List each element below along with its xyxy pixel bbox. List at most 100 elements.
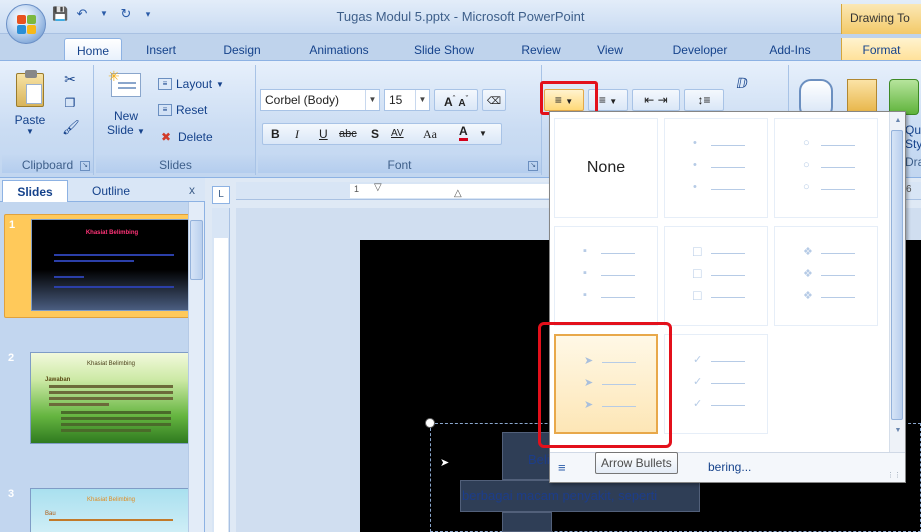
- font-dialog-launcher-icon[interactable]: ↘: [528, 161, 538, 171]
- bullet-option-hollow-square[interactable]: □ □ □: [664, 226, 768, 326]
- strikethrough-button[interactable]: abc: [339, 124, 357, 144]
- arrow-bullets-highlight-box: [538, 322, 672, 448]
- scroll-up-icon[interactable]: ▲: [890, 114, 906, 128]
- bold-button[interactable]: B: [271, 124, 280, 144]
- hollow-square-bullet-icon: □: [693, 265, 702, 281]
- close-pane-icon[interactable]: x: [189, 183, 195, 197]
- tab-animations[interactable]: Animations: [296, 38, 382, 60]
- font-name-dropdown-icon[interactable]: ▼: [365, 90, 379, 110]
- contextual-tab-group-title: Drawing To: [841, 4, 921, 34]
- tab-add-ins[interactable]: Add-Ins: [758, 38, 822, 60]
- office-logo-icon: [17, 15, 37, 35]
- layout-dropdown-icon: ▼: [216, 79, 224, 89]
- font-size-value: 15: [389, 93, 403, 107]
- arrow-bullet-icon: ➤: [440, 457, 450, 469]
- paste-button[interactable]: Paste ▼: [8, 70, 52, 151]
- tab-design[interactable]: Design: [214, 38, 270, 60]
- line-spacing-button[interactable]: ↕≡: [684, 89, 724, 111]
- ruler-mark-6: 6: [906, 184, 912, 195]
- first-line-indent-icon[interactable]: ▽: [374, 182, 382, 193]
- quick-styles-icon[interactable]: [889, 79, 919, 115]
- checkmark-bullet-icon: ✓: [693, 354, 703, 366]
- ruler-mark-1: 1: [354, 184, 360, 194]
- font-color-dropdown-icon[interactable]: ▼: [479, 124, 487, 144]
- font-name-box[interactable]: Corbel (Body) ▼: [260, 89, 380, 111]
- ribbon-tabs: Home Insert Design Animations Slide Show…: [0, 34, 921, 60]
- office-button[interactable]: [6, 4, 46, 44]
- pane-tabs: Slides Outline x: [0, 178, 205, 202]
- bullet-option-none[interactable]: None: [554, 118, 658, 218]
- character-spacing-button[interactable]: AV: [391, 124, 404, 144]
- font-size-dropdown-icon[interactable]: ▼: [415, 90, 429, 110]
- checkmark-bullet-icon: ✓: [693, 376, 703, 388]
- grow-font-button[interactable]: A: [444, 95, 453, 109]
- quick-styles-label: Qu Sty Dra: [905, 123, 921, 169]
- arrange-icon[interactable]: [847, 79, 877, 113]
- tab-developer[interactable]: Developer: [660, 38, 740, 60]
- hollow-round-bullet-icon: ○: [803, 181, 810, 193]
- reset-label: Reset: [176, 103, 208, 117]
- layout-icon: ≡: [158, 78, 172, 90]
- window-title: Tugas Modul 5.pptx - Microsoft PowerPoin…: [336, 9, 585, 24]
- clipboard-dialog-launcher-icon[interactable]: ↘: [80, 161, 90, 171]
- paste-label: Paste: [14, 113, 46, 127]
- shrink-font-button[interactable]: A: [458, 98, 465, 109]
- slide-thumbnail-2[interactable]: 2 Khasiat Belimbing Jawaban: [4, 348, 196, 452]
- slide-preview-title: Khasiat Belimbing: [85, 230, 139, 236]
- layout-label: Layout: [176, 77, 213, 91]
- gallery-scrollbar-thumb[interactable]: [891, 130, 903, 420]
- slide-thumbnail-1[interactable]: 1 Khasiat Belimbing: [4, 214, 196, 318]
- font-name-value: Corbel (Body): [265, 93, 340, 107]
- reset-button[interactable]: ≡ Reset: [158, 103, 207, 117]
- cut-icon[interactable]: ✂: [62, 71, 78, 87]
- tab-review[interactable]: Review: [512, 38, 570, 60]
- tab-insert[interactable]: Insert: [136, 38, 186, 60]
- resize-handle[interactable]: [425, 418, 435, 428]
- bullet-option-filled-square[interactable]: ▪ ▪ ▪: [554, 226, 658, 326]
- paste-icon: [16, 70, 44, 107]
- tab-outline[interactable]: Outline: [72, 180, 150, 202]
- gallery-scrollbar[interactable]: ▲ ▼: [889, 112, 905, 452]
- tab-view[interactable]: View: [588, 38, 632, 60]
- clear-formatting-button[interactable]: ⌫: [482, 89, 506, 111]
- font-color-button[interactable]: A: [459, 124, 468, 141]
- layout-button[interactable]: ≡ Layout ▼: [158, 77, 224, 91]
- bullet-option-hollow-round[interactable]: ○ ○ ○: [774, 118, 878, 218]
- new-slide-button[interactable]: ✳ New Slide ▼: [102, 68, 150, 157]
- tab-slides[interactable]: Slides: [2, 180, 68, 202]
- decrease-indent-icon[interactable]: ⇤: [644, 93, 654, 107]
- text-direction-icon[interactable]: ⅅ: [734, 75, 750, 91]
- change-case-button[interactable]: Aa: [423, 124, 437, 144]
- tab-format[interactable]: Format: [841, 38, 921, 60]
- text-highlight-shape-3: [502, 512, 552, 532]
- font-size-box[interactable]: 15 ▼: [384, 89, 430, 111]
- slide-preview-subhead: Bau: [45, 511, 56, 517]
- slide-preview-title: Khasiat Belimbing: [86, 361, 136, 367]
- text-shadow-button[interactable]: S: [371, 124, 379, 144]
- tab-selector[interactable]: L: [212, 186, 230, 204]
- slides-pane: Slides Outline x 1 Khasiat Belimbing 2 K…: [0, 178, 205, 532]
- filled-square-bullet-icon: ▪: [583, 267, 587, 279]
- bullet-option-filled-round[interactable]: • • •: [664, 118, 768, 218]
- format-painter-icon[interactable]: 🖌: [62, 119, 80, 135]
- scrollbar-thumb[interactable]: [190, 220, 203, 280]
- slide-number: 3: [8, 488, 15, 500]
- slides-pane-scrollbar[interactable]: [188, 202, 204, 532]
- bullet-option-checkmark[interactable]: ✓ ✓ ✓: [664, 334, 768, 434]
- underline-button[interactable]: U: [319, 124, 328, 144]
- hollow-square-bullet-icon: □: [693, 287, 702, 303]
- increase-indent-icon[interactable]: ⇥: [658, 93, 668, 107]
- paste-dropdown-icon: ▼: [26, 127, 34, 136]
- slide-preview: Khasiat Belimbing Bau: [30, 488, 192, 532]
- slide-thumbnail-3[interactable]: 3 Khasiat Belimbing Bau: [4, 484, 196, 532]
- tab-home[interactable]: Home: [64, 38, 122, 60]
- slide-preview-title: Khasiat Belimbing: [86, 497, 136, 503]
- scroll-down-icon[interactable]: ▼: [890, 424, 906, 438]
- tab-slide-show[interactable]: Slide Show: [402, 38, 486, 60]
- delete-button[interactable]: ✖ Delete: [158, 129, 213, 145]
- left-indent-icon[interactable]: △: [454, 188, 462, 199]
- italic-button[interactable]: I: [295, 124, 299, 144]
- resize-grip-icon[interactable]: ⋮⋮: [887, 471, 901, 479]
- bullet-option-star[interactable]: ❖ ❖ ❖: [774, 226, 878, 326]
- copy-icon[interactable]: ❐: [62, 95, 78, 111]
